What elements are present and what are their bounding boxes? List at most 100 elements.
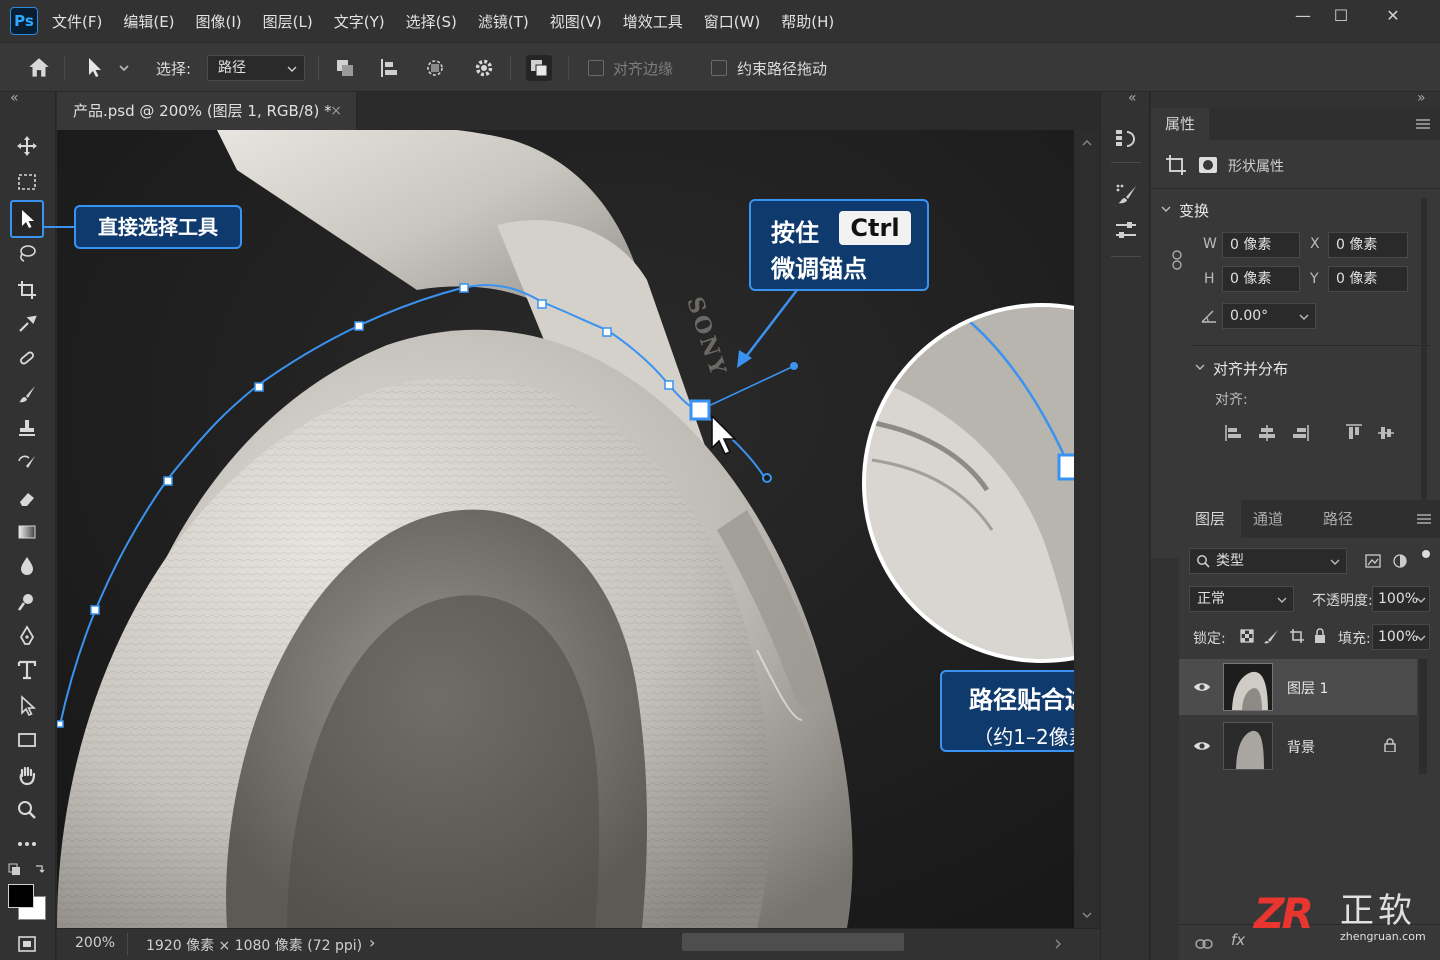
- status-menu-arrow[interactable]: ›: [369, 933, 375, 952]
- height-field[interactable]: 0 像素: [1222, 266, 1300, 292]
- marquee-tool-icon[interactable]: [10, 166, 44, 198]
- tools-panel: «: [0, 90, 56, 960]
- menu-type[interactable]: 文字(Y): [334, 11, 385, 32]
- opacity-field[interactable]: 100%: [1372, 586, 1430, 612]
- layer-row[interactable]: 图层 1: [1179, 659, 1417, 715]
- rectangle-tool-icon[interactable]: [10, 724, 44, 756]
- link-icon[interactable]: [1171, 250, 1183, 270]
- lock-buttons[interactable]: [1239, 628, 1339, 644]
- type-tool-icon[interactable]: [10, 654, 44, 686]
- scroll-right-icon[interactable]: [1055, 939, 1061, 949]
- eraser-tool-icon[interactable]: [10, 482, 44, 514]
- select-dropdown[interactable]: 路径: [207, 55, 305, 81]
- screen-mode-icon[interactable]: [10, 928, 44, 960]
- collapse-dock-button[interactable]: «: [1128, 90, 1137, 106]
- blend-mode-dropdown[interactable]: 正常: [1189, 586, 1294, 612]
- zoom-tool-icon[interactable]: [10, 794, 44, 826]
- eye-icon[interactable]: [1193, 740, 1211, 752]
- brush-settings-panel-icon[interactable]: [1114, 182, 1138, 206]
- layers-scrollbar[interactable]: [1419, 659, 1427, 774]
- menu-view[interactable]: 视图(V): [550, 11, 602, 32]
- collapse-toolbar-button[interactable]: «: [10, 90, 19, 106]
- clone-stamp-tool-icon[interactable]: [10, 412, 44, 444]
- properties-scrollbar[interactable]: [1421, 198, 1427, 538]
- menu-window[interactable]: 窗口(W): [704, 11, 761, 32]
- path-selection-tool-icon[interactable]: [10, 690, 44, 722]
- layers-menu-icon[interactable]: [1417, 514, 1431, 524]
- width-field[interactable]: 0 像素: [1222, 232, 1300, 258]
- history-brush-tool-icon[interactable]: [10, 448, 44, 480]
- align-edges-checkbox[interactable]: [588, 60, 604, 76]
- horizontal-scroll-thumb[interactable]: [682, 933, 904, 951]
- expand-panels-button[interactable]: »: [1417, 90, 1426, 106]
- menu-plugins[interactable]: 增效工具: [623, 11, 683, 32]
- path-operations-icon[interactable]: [334, 57, 356, 79]
- foreground-color-swatch[interactable]: [8, 884, 34, 908]
- zoom-level[interactable]: 200%: [75, 935, 115, 951]
- width-label: W: [1203, 236, 1217, 252]
- dodge-tool-icon[interactable]: [10, 586, 44, 618]
- filter-adjustment-icon[interactable]: [1393, 554, 1407, 568]
- tool-preset-picker[interactable]: [84, 55, 132, 81]
- panel-menu-icon[interactable]: [1416, 119, 1430, 129]
- link-layers-icon[interactable]: [1195, 939, 1213, 949]
- close-button[interactable]: ✕: [1370, 0, 1416, 30]
- eye-icon[interactable]: [1193, 681, 1211, 693]
- fill-field[interactable]: 100%: [1372, 624, 1430, 650]
- scroll-up-icon[interactable]: [1082, 140, 1092, 146]
- close-tab-icon[interactable]: ×: [330, 92, 342, 130]
- constrain-path-checkbox[interactable]: [711, 60, 727, 76]
- menu-layer[interactable]: 图层(L): [263, 11, 313, 32]
- menu-filter[interactable]: 滤镜(T): [478, 11, 529, 32]
- menu-image[interactable]: 图像(I): [196, 11, 242, 32]
- home-icon[interactable]: [26, 55, 54, 81]
- eyedropper-tool-icon[interactable]: [10, 308, 44, 340]
- lock-icon[interactable]: [1384, 738, 1396, 752]
- move-tool-icon[interactable]: [10, 130, 44, 162]
- swap-colors-icon[interactable]: [8, 862, 48, 878]
- tab-layers[interactable]: 图层: [1179, 500, 1241, 538]
- blur-tool-icon[interactable]: [10, 550, 44, 582]
- chevron-down-icon[interactable]: [1195, 364, 1205, 370]
- layer-row[interactable]: 背景: [1179, 718, 1417, 774]
- vertical-scrollbar[interactable]: [1074, 130, 1100, 928]
- y-field[interactable]: 0 像素: [1328, 266, 1408, 292]
- lasso-tool-icon[interactable]: [10, 238, 44, 270]
- gradient-tool-icon[interactable]: [10, 516, 44, 548]
- brush-tool-icon[interactable]: [10, 378, 44, 410]
- layer-filter-dropdown[interactable]: 类型: [1189, 548, 1347, 574]
- tab-paths[interactable]: 路径: [1323, 500, 1353, 538]
- more-tools-icon[interactable]: [10, 828, 44, 860]
- hand-tool-icon[interactable]: [10, 760, 44, 792]
- document-title: 产品.psd @ 200% (图层 1, RGB/8) *: [73, 102, 332, 120]
- scroll-down-icon[interactable]: [1082, 912, 1092, 918]
- select-label: 选择:: [156, 60, 192, 78]
- maximize-button[interactable]: ☐: [1318, 0, 1364, 30]
- path-arrangement-icon[interactable]: [424, 57, 446, 79]
- path-alignment-icon[interactable]: [378, 57, 400, 79]
- angle-field[interactable]: 0.00°: [1222, 303, 1316, 329]
- tab-properties[interactable]: 属性: [1151, 108, 1209, 140]
- pen-tool-icon[interactable]: [10, 620, 44, 652]
- direct-selection-tool-icon[interactable]: [10, 200, 44, 238]
- align-buttons[interactable]: [1223, 423, 1423, 443]
- document-tab[interactable]: 产品.psd @ 200% (图层 1, RGB/8) * ×: [57, 92, 357, 130]
- tab-channels[interactable]: 通道: [1253, 500, 1283, 538]
- gear-icon[interactable]: [472, 56, 496, 80]
- x-field[interactable]: 0 像素: [1328, 232, 1408, 258]
- adjustments-panel-icon[interactable]: [1114, 218, 1138, 242]
- layer-style-button[interactable]: fx: [1231, 931, 1245, 949]
- menu-help[interactable]: 帮助(H): [781, 11, 834, 32]
- crop-tool-icon[interactable]: [10, 274, 44, 306]
- panel-icon-column: «: [1100, 90, 1150, 960]
- menu-file[interactable]: 文件(F): [52, 11, 102, 32]
- shape-properties-label: 形状属性: [1228, 159, 1284, 175]
- history-panel-icon[interactable]: [1114, 126, 1138, 150]
- menu-edit[interactable]: 编辑(E): [123, 11, 174, 32]
- menu-select[interactable]: 选择(S): [406, 11, 457, 32]
- chevron-down-icon[interactable]: [1161, 206, 1171, 212]
- filter-image-icon[interactable]: [1365, 554, 1381, 568]
- shape-overlap-icon[interactable]: [526, 55, 552, 81]
- filter-toggle[interactable]: [1422, 550, 1430, 558]
- healing-brush-tool-icon[interactable]: [10, 342, 44, 374]
